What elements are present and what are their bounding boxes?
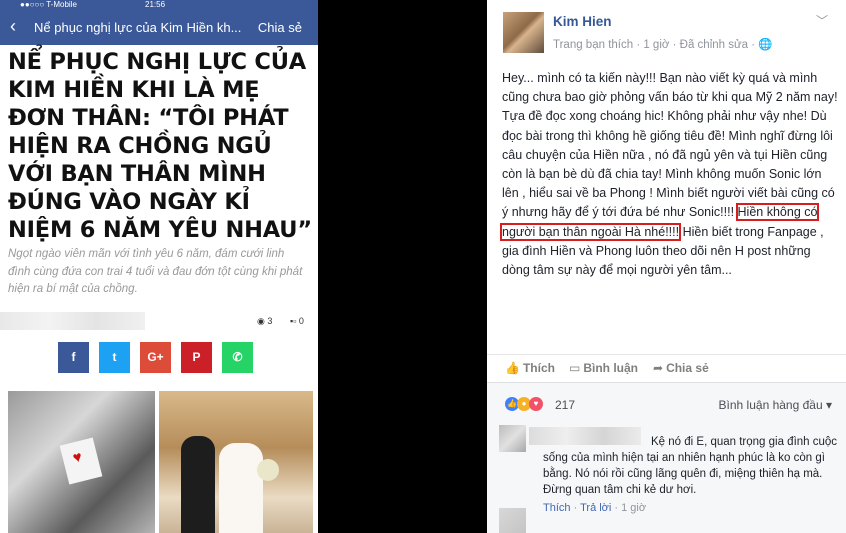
comment-time: 1 giờ [621,502,647,514]
article-photos: ♥ [8,391,313,533]
pinterest-icon: P [192,350,201,364]
share-link[interactable]: Chia sẻ [258,20,302,35]
googleplus-icon: G+ [147,350,164,364]
eye-icon: ◉ [257,316,265,326]
comment-sort-dropdown[interactable]: Bình luận hàng đầu ▾ [719,398,832,412]
post-meta: Trang bạn thích · 1 giờ · Đã chỉnh sửa ·… [553,39,773,51]
views-counter: ◉ 3 [257,316,272,327]
comment-label: Bình luận [583,361,639,375]
share-arrow-icon: ➦ [653,361,664,375]
love-reaction-icon: ♥ [529,397,543,411]
facebook-post: Kim Hien Trang bạn thích · 1 giờ · Đã ch… [487,0,846,533]
top-nav-bar: ‹ Nể phục nghị lực của Kim Hiền kh... Ch… [0,9,318,45]
whatsapp-share-button[interactable]: ✆ [222,342,253,373]
blurred-source-label [0,312,145,330]
clock-label: 21:56 [145,0,166,9]
like-label: Thích [522,361,555,375]
dropdown-caret-icon: ▾ [825,398,832,412]
comment-bubble-icon: ▭ [569,361,581,375]
next-commenter-avatar[interactable] [499,508,526,533]
author-avatar[interactable] [503,12,544,53]
article-meta-row: ◉ 3 ▪▫ 0 [0,312,318,332]
comment-text: Kệ nó đi E, quan trọng gia đình cuộc sốn… [543,436,838,496]
commenter-avatar[interactable] [499,425,526,452]
comment-like-link[interactable]: Thích [543,502,571,514]
article-sapo: Ngọt ngào viên mãn với tình yêu 6 năm, đ… [8,248,303,295]
carrier-label: ●●○○○ T-Mobile [20,0,77,9]
article-title: NỂ PHỤC NGHỊ LỰC CỦA KIM HIỀN KHI LÀ MẸ … [8,49,312,243]
share-label: Chia sẻ [666,361,709,375]
groom-figure [181,436,215,533]
status-bar: ●●○○○ T-Mobile 21:56 [0,0,318,9]
facebook-icon: f [71,350,76,364]
comments-section: 👍 ● ♥ 217 Bình luận hàng đầu ▾ Kệ nó đi … [487,382,846,533]
like-button[interactable]: 👍 Thích [505,361,555,375]
post-text-intro: Hey... mình có ta kiến này!!! Bạn nào vi… [502,71,838,220]
twitter-share-button[interactable]: t [99,342,130,373]
reaction-count: 217 [555,398,576,412]
comment-button[interactable]: ▭ Bình luận [569,361,638,375]
post-options-chevron-icon[interactable]: ﹀ [816,12,828,29]
post-body: Hey... mình có ta kiến này!!! Bạn nào vi… [499,69,840,280]
share-button[interactable]: ➦ Chia sẻ [653,361,709,375]
comment-actions: Thích · Trả lời · 1 giờ [543,502,647,514]
bouquet-shape [257,459,279,481]
whatsapp-icon: ✆ [232,350,243,364]
couple-bw-photo: ♥ [8,391,155,533]
comment-reply-link[interactable]: Trả lời [580,502,611,514]
pinterest-share-button[interactable]: P [181,342,212,373]
wedding-photo [159,391,313,533]
comment-icon: ▪▫ [290,316,297,326]
back-chevron-icon[interactable]: ‹ [10,17,16,35]
comments-counter: ▪▫ 0 [290,316,304,326]
views-count: 3 [267,316,273,326]
author-name[interactable]: Kim Hien [553,14,612,29]
thumbs-up-icon: 👍 [505,361,520,375]
post-action-bar: 👍 Thích ▭ Bình luận ➦ Chia sẻ [487,354,846,382]
bride-figure [219,443,263,533]
phone-article-screenshot: ●●○○○ T-Mobile 21:56 ‹ Nể phục nghị lực … [0,0,318,533]
nav-title: Nể phục nghị lực của Kim Hiền kh... [34,20,242,35]
googleplus-share-button[interactable]: G+ [140,342,171,373]
twitter-icon: t [112,350,117,364]
facebook-share-button[interactable]: f [58,342,89,373]
comments-count: 0 [298,316,304,326]
post-header: Kim Hien Trang bạn thích · 1 giờ · Đã ch… [487,0,846,55]
sort-label: Bình luận hàng đầu [718,398,823,412]
